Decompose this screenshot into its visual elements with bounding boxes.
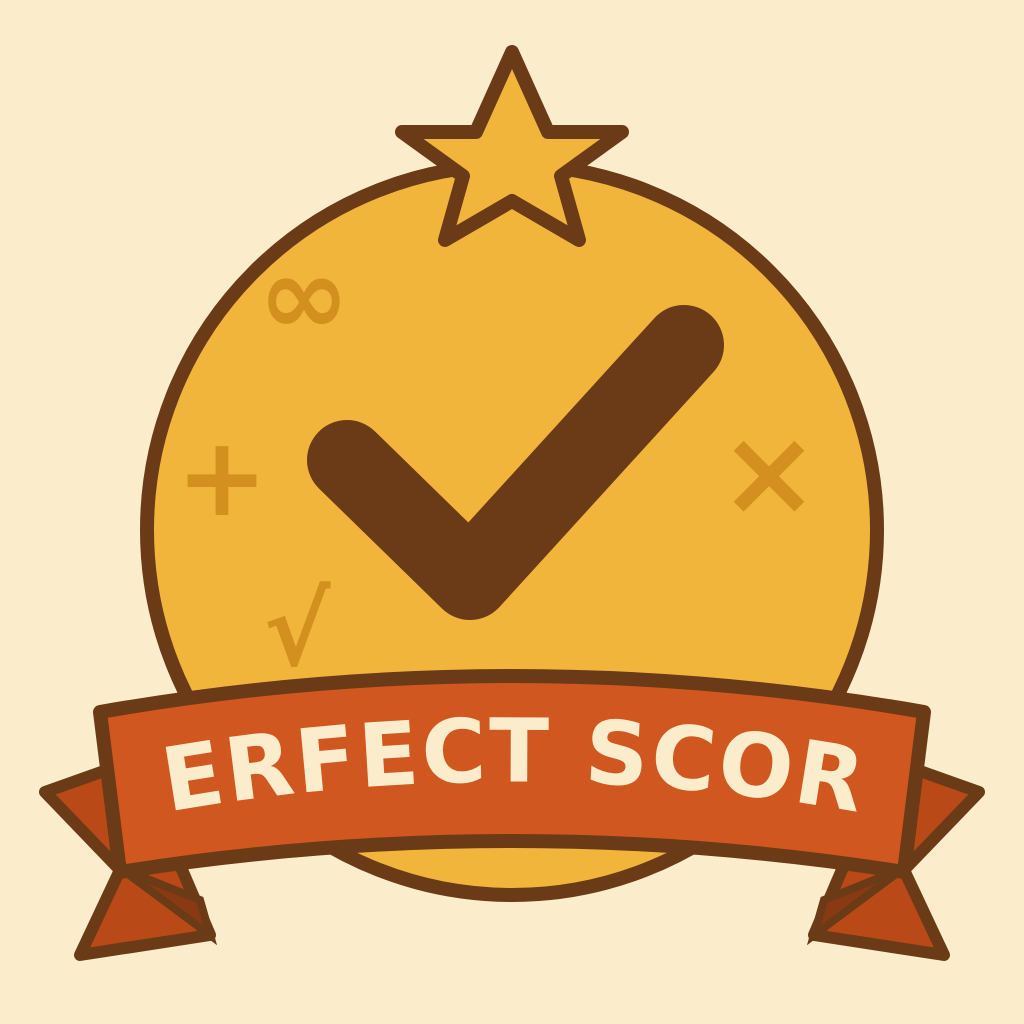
times-symbol: ×	[719, 404, 822, 543]
badge-stage: ∞ + × √ PERFECT SCORE	[0, 0, 1024, 1024]
plus-symbol: +	[176, 413, 270, 541]
infinity-symbol: ∞	[258, 232, 352, 360]
perfect-score-badge: ∞ + × √ PERFECT SCORE	[0, 0, 1024, 1024]
sqrt-symbol: √	[264, 572, 333, 689]
